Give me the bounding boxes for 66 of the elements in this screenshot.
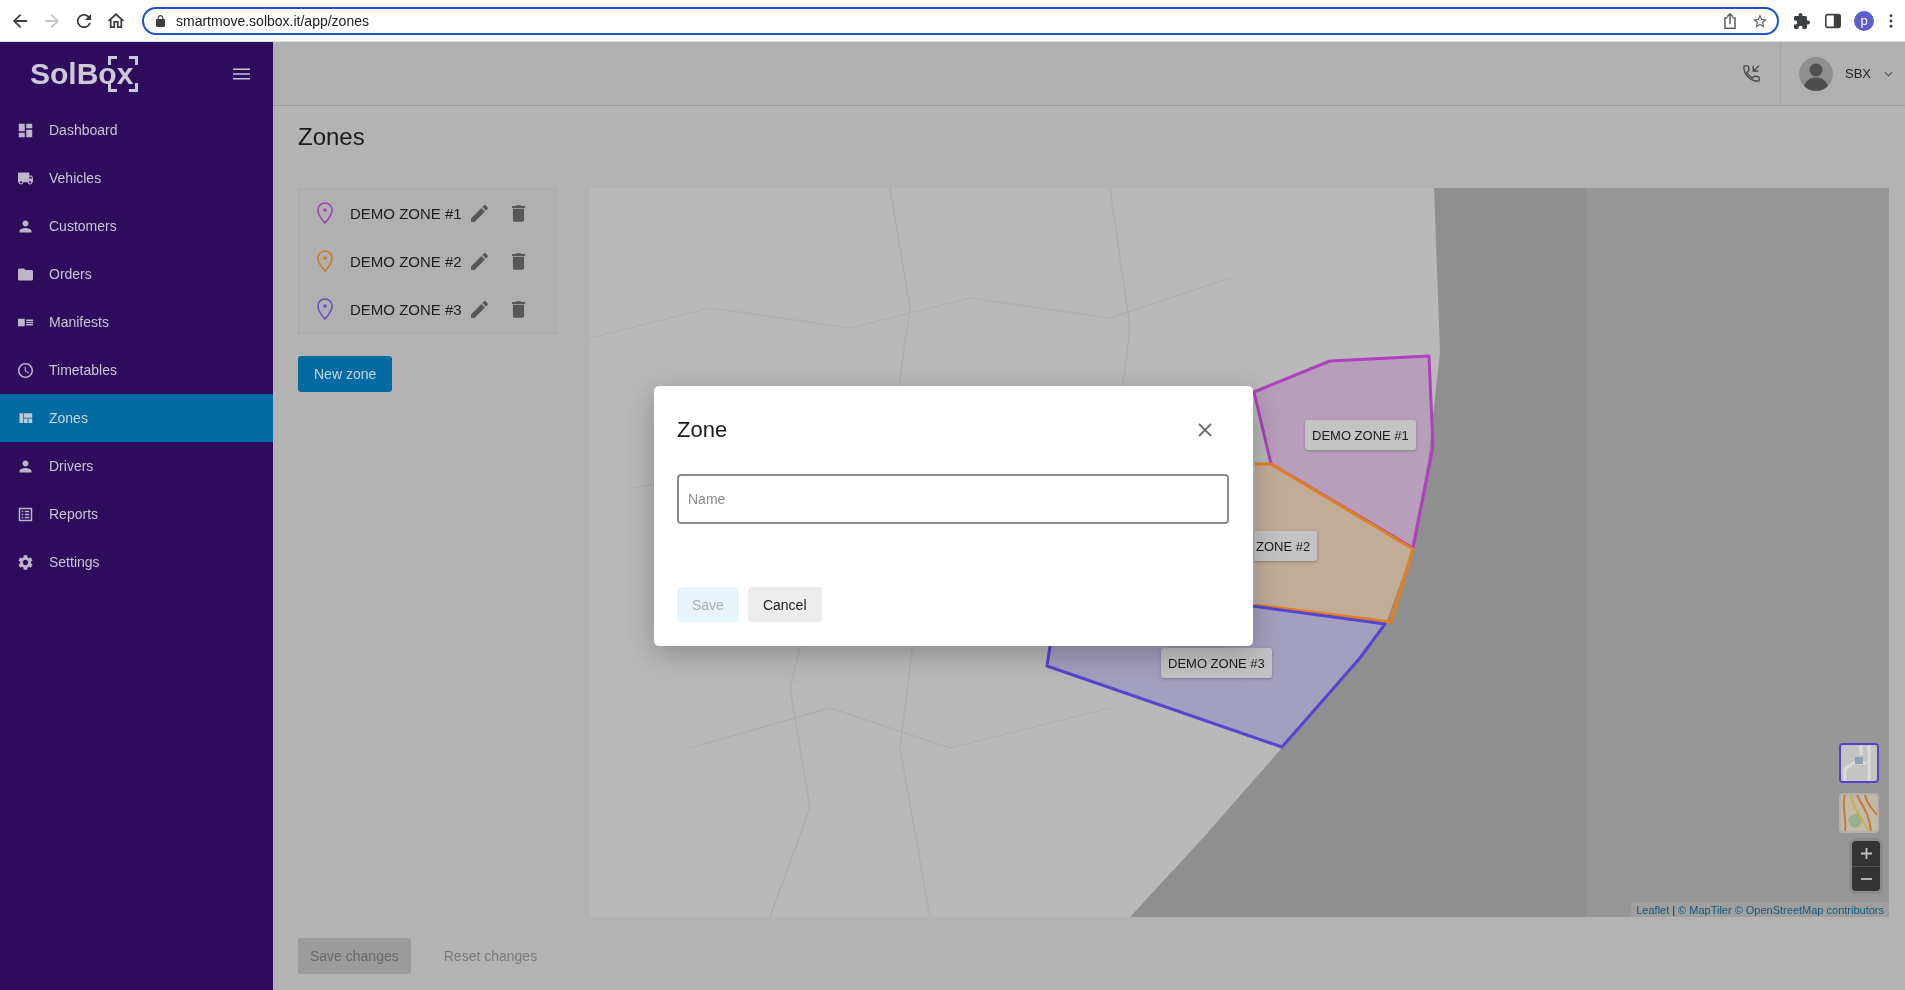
plus-icon bbox=[1860, 848, 1872, 859]
trash-icon bbox=[511, 204, 525, 222]
zone-label: DEMO ZONE #1 bbox=[1305, 420, 1416, 450]
person-icon bbox=[18, 218, 33, 234]
puzzle-icon[interactable] bbox=[1794, 12, 1810, 29]
zone-name: DEMO ZONE #1 bbox=[350, 204, 463, 222]
map-layer-button[interactable] bbox=[1839, 743, 1879, 783]
sidebar-item[interactable]: Manifests bbox=[0, 298, 273, 346]
user-name[interactable]: SBX bbox=[1845, 66, 1871, 81]
attribution-separator: | bbox=[1672, 903, 1676, 916]
folder-icon bbox=[18, 266, 33, 282]
terrain-map-icon bbox=[1841, 795, 1877, 831]
lock-icon bbox=[156, 14, 165, 27]
zone-name: DEMO ZONE #3 bbox=[350, 300, 463, 318]
dashboard-icon bbox=[18, 122, 33, 138]
street-map-icon bbox=[1841, 745, 1877, 781]
phone-icon[interactable] bbox=[1743, 65, 1760, 82]
logo: SolBox bbox=[30, 56, 139, 92]
url-text: smartmove.solbox.it/app/zones bbox=[176, 12, 369, 29]
sidebar-item[interactable]: Customers bbox=[0, 202, 273, 250]
sidebar-item[interactable]: Zones bbox=[0, 394, 273, 442]
edit-button[interactable] bbox=[468, 298, 490, 320]
minus-icon bbox=[1860, 878, 1872, 880]
share-icon[interactable] bbox=[1723, 12, 1737, 29]
pencil-icon bbox=[470, 252, 488, 270]
new-zone-button[interactable]: New zone bbox=[298, 356, 393, 392]
cancel-button[interactable]: Cancel bbox=[747, 587, 822, 622]
grid-icon bbox=[18, 410, 33, 426]
name-field[interactable]: Name bbox=[677, 474, 1229, 524]
pencil-icon bbox=[470, 204, 488, 222]
zone-label: ZONE #2 bbox=[1254, 531, 1318, 561]
reload-icon bbox=[76, 12, 92, 29]
truck-icon bbox=[18, 170, 33, 186]
person-icon bbox=[18, 458, 33, 474]
star-icon[interactable] bbox=[1753, 12, 1767, 29]
more-icon[interactable] bbox=[1889, 13, 1893, 28]
edit-button[interactable] bbox=[468, 202, 490, 224]
profile-avatar[interactable]: p bbox=[1854, 10, 1874, 31]
arrow-left-icon bbox=[12, 12, 28, 29]
sidebar-item[interactable]: Dashboard bbox=[0, 106, 273, 154]
sidebar-item[interactable]: Reports bbox=[0, 490, 273, 538]
sidebar-item[interactable]: Timetables bbox=[0, 346, 273, 394]
clock-icon bbox=[18, 362, 33, 378]
sidebar-item[interactable]: Vehicles bbox=[0, 154, 273, 202]
zone-label: DEMO ZONE #3 bbox=[1161, 648, 1272, 678]
arrow-right-icon bbox=[44, 12, 60, 29]
side-panel-icon[interactable] bbox=[1825, 12, 1841, 29]
sidebar-item[interactable]: Settings bbox=[0, 538, 273, 586]
middle-zone-polygon[interactable] bbox=[1254, 462, 1415, 624]
dialog-title: Zone bbox=[677, 417, 728, 443]
close-icon bbox=[1198, 423, 1212, 437]
trash-icon bbox=[511, 300, 525, 318]
chevron-down-icon[interactable] bbox=[1884, 70, 1893, 77]
zone-name: DEMO ZONE #2 bbox=[350, 252, 463, 270]
page-title: Zones bbox=[298, 122, 365, 152]
home-icon bbox=[108, 12, 124, 29]
list-icon bbox=[18, 506, 33, 522]
gear-icon bbox=[18, 554, 33, 570]
avatar-icon[interactable] bbox=[1799, 56, 1833, 91]
sidebar-item[interactable]: Orders bbox=[0, 250, 273, 298]
edit-button[interactable] bbox=[468, 250, 490, 272]
trash-icon bbox=[511, 252, 525, 270]
sidebar-item[interactable]: Drivers bbox=[0, 442, 273, 490]
menu-icon bbox=[232, 68, 250, 80]
address-bar[interactable]: smartmove.solbox.it/app/zones bbox=[142, 6, 1779, 35]
pencil-icon bbox=[470, 300, 488, 318]
